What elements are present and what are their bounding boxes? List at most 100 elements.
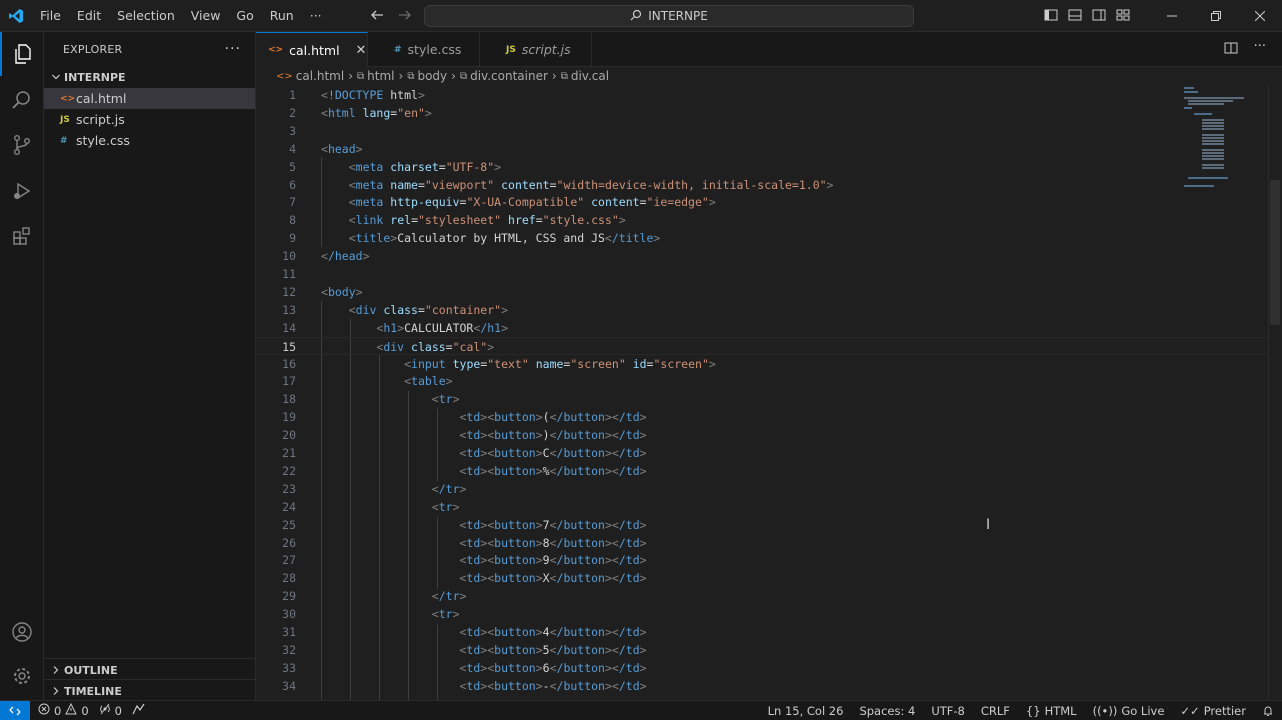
restore-button[interactable] (1194, 0, 1238, 32)
code-line[interactable]: 11 (256, 265, 1266, 283)
source-control-icon[interactable] (0, 123, 44, 167)
code-text: <td><button>%</button></td> (459, 463, 647, 478)
end-of-line[interactable]: CRLF (981, 704, 1010, 718)
code-line[interactable]: 32 <td><button>5</button></td> (256, 641, 1266, 659)
code-line[interactable]: 33 <td><button>6</button></td> (256, 659, 1266, 677)
remote-indicator-icon[interactable] (0, 700, 30, 720)
menu-more[interactable]: ··· (302, 0, 330, 32)
tab-cal-html[interactable]: <> cal.html ✕ (256, 32, 368, 67)
code-text: </tr> (431, 589, 467, 604)
code-line[interactable]: 21 <td><button>C</button></td> (256, 444, 1266, 462)
code-line[interactable]: 3 (256, 122, 1266, 140)
file-style-css[interactable]: # style.css (44, 130, 255, 151)
file-cal-html[interactable]: <> cal.html (44, 88, 255, 109)
close-tab-icon[interactable]: ✕ (356, 43, 367, 58)
ports-indicator[interactable]: 0 (99, 703, 122, 718)
breadcrumb-item[interactable]: cal.html (296, 69, 344, 83)
code-line[interactable]: 20 <td><button>)</button></td> (256, 426, 1266, 444)
live-share-indicator[interactable] (132, 703, 145, 718)
code-line[interactable]: 10 </head> (256, 247, 1266, 265)
code-text: <meta charset="UTF-8"> (348, 159, 502, 174)
line-number: 27 (282, 553, 296, 568)
code-text: <td><button>9</button></td> (459, 553, 647, 568)
close-window-button[interactable] (1238, 0, 1282, 32)
code-line[interactable]: 34 <td><button>-</button></td> (256, 677, 1266, 695)
code-line[interactable]: 15 <div class="cal"> (256, 336, 1266, 355)
extensions-icon[interactable] (0, 214, 44, 258)
timeline-section[interactable]: TIMELINE (44, 679, 256, 702)
code-line[interactable]: 28 <td><button>X</button></td> (256, 569, 1266, 587)
folder-internpe[interactable]: INTERNPE (44, 66, 255, 88)
search-activity-icon[interactable] (0, 78, 44, 122)
tab-script-js[interactable]: JS script.js (480, 32, 592, 67)
customize-layout-icon[interactable] (1116, 8, 1130, 25)
breadcrumb-item[interactable]: body (417, 69, 447, 83)
code-line[interactable]: 2 <html lang="en"> (256, 104, 1266, 122)
run-debug-icon[interactable] (0, 169, 44, 213)
accounts-icon[interactable] (0, 610, 44, 654)
code-line[interactable]: 12 <body> (256, 283, 1266, 301)
vscode-logo-icon (0, 0, 32, 32)
code-line[interactable]: 14 <h1>CALCULATOR</h1> (256, 319, 1266, 337)
editor-more-actions-icon[interactable]: ··· (1254, 40, 1266, 58)
code-line[interactable]: 1 <!DOCTYPE html> (256, 86, 1266, 104)
code-line[interactable]: 31 <td><button>4</button></td> (256, 623, 1266, 641)
split-editor-icon[interactable] (1224, 41, 1238, 58)
breadcrumb-item[interactable]: div.cal (571, 69, 609, 83)
code-line[interactable]: 13 <div class="container"> (256, 301, 1266, 319)
editor-tabs: <> cal.html ✕ # style.css JS script.js ·… (256, 32, 1282, 67)
minimap[interactable] (1182, 85, 1262, 205)
code-line[interactable]: 5 <meta charset="UTF-8"> (256, 158, 1266, 176)
scrollbar-thumb[interactable] (1270, 180, 1280, 325)
code-line[interactable]: 8 <link rel="stylesheet" href="style.css… (256, 211, 1266, 229)
menu-go[interactable]: Go (228, 0, 261, 32)
notifications-bell-icon[interactable] (1262, 705, 1274, 717)
menu-edit[interactable]: Edit (69, 0, 109, 32)
code-line[interactable]: 23 </tr> (256, 480, 1266, 498)
toggle-panel-icon[interactable] (1068, 8, 1082, 25)
code-line[interactable]: 17 <table> (256, 372, 1266, 390)
code-line[interactable]: 22 <td><button>%</button></td> (256, 462, 1266, 480)
indentation-setting[interactable]: Spaces: 4 (859, 704, 915, 718)
menu-file[interactable]: File (32, 0, 69, 32)
code-line[interactable]: 27 <td><button>9</button></td> (256, 551, 1266, 569)
code-line[interactable]: 25 <td><button>7</button></td> (256, 516, 1266, 534)
language-mode[interactable]: {} HTML (1026, 704, 1077, 718)
menu-run[interactable]: Run (262, 0, 302, 32)
code-line[interactable]: 19 <td><button>(</button></td> (256, 408, 1266, 426)
code-line[interactable]: 6 <meta name="viewport" content="width=d… (256, 176, 1266, 194)
menu-selection[interactable]: Selection (109, 0, 183, 32)
breadcrumb-item[interactable]: html (367, 69, 394, 83)
more-actions-icon[interactable]: ··· (225, 41, 241, 57)
outline-section[interactable]: OUTLINE (44, 658, 256, 681)
breadcrumb-item[interactable]: div.container (470, 69, 548, 83)
file-encoding[interactable]: UTF-8 (931, 704, 965, 718)
code-line[interactable]: 30 <tr> (256, 605, 1266, 623)
code-line[interactable]: 24 <tr> (256, 498, 1266, 516)
code-line[interactable]: 4 <head> (256, 140, 1266, 158)
go-live-button[interactable]: ((•)) Go Live (1093, 704, 1165, 718)
code-line[interactable]: 26 <td><button>8</button></td> (256, 534, 1266, 552)
file-script-js[interactable]: JS script.js (44, 109, 255, 130)
code-line[interactable]: 7 <meta http-equiv="X-UA-Compatible" con… (256, 193, 1266, 211)
code-line[interactable]: 16 <input type="text" name="screen" id="… (256, 355, 1266, 373)
code-line[interactable]: 18 <tr> (256, 390, 1266, 408)
manage-gear-icon[interactable] (0, 654, 44, 698)
braces-icon: {} (1025, 704, 1041, 718)
back-arrow-icon[interactable] (370, 8, 384, 25)
vertical-scrollbar[interactable] (1268, 85, 1282, 700)
prettier-status[interactable]: ✓✓ Prettier (1180, 704, 1246, 718)
toggle-primary-sidebar-icon[interactable] (1044, 8, 1058, 25)
menu-view[interactable]: View (183, 0, 229, 32)
code-editor[interactable]: 1 <!DOCTYPE html> 2 <html lang="en"> 3 4 <head… (256, 85, 1282, 700)
code-line[interactable]: 29 </tr> (256, 587, 1266, 605)
code-line[interactable]: 9 <title>Calculator by HTML, CSS and JS<… (256, 229, 1266, 247)
problems-indicator[interactable]: 0 0 (38, 702, 89, 718)
forward-arrow-icon[interactable] (398, 8, 412, 25)
toggle-secondary-sidebar-icon[interactable] (1092, 8, 1106, 25)
command-center-search[interactable]: INTERNPE (424, 5, 914, 27)
minimize-button[interactable] (1150, 0, 1194, 32)
cursor-position[interactable]: Ln 15, Col 26 (768, 704, 844, 718)
tab-style-css[interactable]: # style.css (368, 32, 480, 67)
explorer-activity-icon[interactable] (0, 32, 44, 76)
